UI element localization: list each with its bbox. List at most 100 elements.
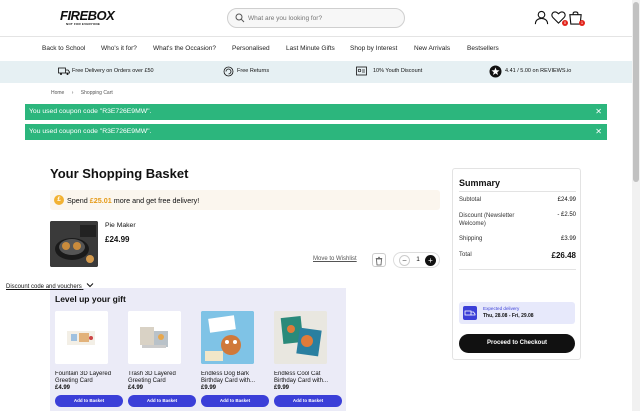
gift-card-price: £4.99 xyxy=(55,385,71,391)
quantity-increase-button[interactable]: + xyxy=(425,255,436,266)
subtotal-label: Subtotal xyxy=(459,197,482,203)
gift-card-image[interactable] xyxy=(55,311,108,364)
free-delivery-banner: £ Spend £25.01 more and get free deliver… xyxy=(50,190,440,210)
nav-whos-it-for[interactable]: Who's it for? xyxy=(101,45,137,52)
summary-divider xyxy=(459,191,576,192)
search-input[interactable] xyxy=(248,11,398,25)
coupon-alert-text: You used coupon code "R3E726E9MW". xyxy=(29,108,152,115)
subtotal-row: Subtotal £24.99 xyxy=(459,197,576,203)
breadcrumb-current: Shopping Cart xyxy=(80,90,113,96)
expected-delivery-label: Expected delivery xyxy=(483,306,520,311)
discount-code-label: Discount code and vouchers xyxy=(6,284,82,290)
usp-strip: Free Delivery on Orders over £50 Free Re… xyxy=(0,61,640,83)
proceed-to-checkout-button[interactable]: Proceed to Checkout xyxy=(459,334,575,353)
gift-card-price: £9.99 xyxy=(201,385,217,391)
remove-item-button[interactable] xyxy=(372,253,386,267)
add-to-basket-button[interactable]: Add to Basket xyxy=(128,395,196,407)
gift-card-image[interactable] xyxy=(274,311,327,364)
scrollbar-thumb[interactable] xyxy=(633,2,639,182)
summary-divider xyxy=(459,269,576,270)
gift-card-name[interactable]: Trash 3D Layered Greeting Card xyxy=(128,371,186,385)
shipping-row: Shipping £3.99 xyxy=(459,236,576,242)
nav-new-arrivals[interactable]: New Arrivals xyxy=(414,45,450,52)
add-to-basket-button[interactable]: Add to Basket xyxy=(55,395,123,407)
gift-upsell-title: Level up your gift xyxy=(55,294,126,304)
wishlist-icon[interactable]: 0 xyxy=(551,10,568,26)
trash-icon xyxy=(375,256,383,266)
quantity-stepper: − 1 + xyxy=(393,252,440,268)
gift-card-image[interactable] xyxy=(201,311,254,364)
subtotal-value: £24.99 xyxy=(557,197,576,203)
discount-row: Discount (Newsletter Welcome) - £2.50 xyxy=(459,212,576,228)
summary-title: Summary xyxy=(459,178,501,188)
gift-card-item: Fountain 3D Layered Greeting Card £4.99 … xyxy=(55,311,123,407)
coupon-alert-text: You used coupon code "R3E726E9MW". xyxy=(29,128,152,135)
gift-card-price: £4.99 xyxy=(128,385,144,391)
usp-reviews[interactable]: 4.41 / 5.00 on REVIEWS.io xyxy=(505,68,571,74)
scrollbar[interactable] xyxy=(632,0,640,411)
gift-card-name[interactable]: Endless Cool Cat Birthday Card with... xyxy=(274,371,332,385)
basket-icon[interactable]: 1 xyxy=(568,10,585,26)
gift-card-item: Endless Dog Bark Birthday Card with... £… xyxy=(201,311,269,407)
add-to-basket-button[interactable]: Add to Basket xyxy=(201,395,269,407)
chevron-down-icon xyxy=(87,283,94,288)
main-nav: Back to School Who's it for? What's the … xyxy=(0,37,640,61)
close-icon[interactable]: ✕ xyxy=(595,104,602,120)
quantity-value[interactable]: 1 xyxy=(414,256,422,263)
discount-label: Discount (Newsletter Welcome) xyxy=(459,213,515,227)
product-name[interactable]: Pie Maker xyxy=(105,222,136,229)
free-delivery-prefix: Spend xyxy=(67,196,90,205)
breadcrumb-home[interactable]: Home xyxy=(51,90,64,96)
site-header: FIREBOX NOT FOR EVERYONE 0 1 xyxy=(0,0,640,37)
gift-card-image[interactable] xyxy=(128,311,181,364)
expected-delivery-box: Expected delivery Thu, 28.08 - Fri, 29.0… xyxy=(459,302,575,324)
coupon-alert: You used coupon code "R3E726E9MW". ✕ xyxy=(25,104,607,120)
nav-occasion[interactable]: What's the Occasion? xyxy=(153,45,216,52)
gift-card-name[interactable]: Endless Dog Bark Birthday Card with... xyxy=(201,371,259,385)
nav-last-minute-gifts[interactable]: Last Minute Gifts xyxy=(286,45,335,52)
nav-shop-by-interest[interactable]: Shop by Interest xyxy=(350,45,397,52)
shipping-value: £3.99 xyxy=(560,236,576,242)
product-image-pie-maker[interactable] xyxy=(50,221,98,267)
total-row: Total £26.48 xyxy=(459,251,576,260)
breadcrumb: Home › Shopping Cart xyxy=(51,90,119,96)
usp-youth-discount: 10% Youth Discount xyxy=(373,68,423,74)
search-box[interactable] xyxy=(227,8,405,28)
nav-personalised[interactable]: Personalised xyxy=(232,45,270,52)
nav-back-to-school[interactable]: Back to School xyxy=(42,45,85,52)
account-icon[interactable] xyxy=(534,10,550,26)
page-title: Your Shopping Basket xyxy=(50,166,189,181)
free-delivery-amount: £25.01 xyxy=(89,196,112,205)
returns-icon xyxy=(223,66,234,77)
usp-returns: Free Returns xyxy=(237,68,270,74)
total-label: Total xyxy=(459,252,472,258)
basket-count-badge: 1 xyxy=(579,20,585,26)
logo-text: FIREBOX xyxy=(60,8,115,23)
delivery-van-icon xyxy=(463,306,477,320)
firebox-logo[interactable]: FIREBOX NOT FOR EVERYONE xyxy=(60,8,115,26)
order-summary: Summary Subtotal £24.99 Discount (Newsle… xyxy=(452,168,581,360)
add-to-basket-button[interactable]: Add to Basket xyxy=(274,395,342,407)
gift-card-name[interactable]: Fountain 3D Layered Greeting Card xyxy=(55,371,113,385)
total-value: £26.48 xyxy=(551,251,576,260)
delivery-truck-icon xyxy=(58,67,70,75)
discount-value: - £2.50 xyxy=(557,212,576,218)
gift-card-price: £9.99 xyxy=(274,385,290,391)
discount-code-toggle[interactable]: Discount code and vouchers xyxy=(6,282,94,290)
gift-card-item: Endless Cool Cat Birthday Card with... £… xyxy=(274,311,342,407)
gift-card-item: Trash 3D Layered Greeting Card £4.99 Add… xyxy=(128,311,196,407)
nav-bestsellers[interactable]: Bestsellers xyxy=(467,45,499,52)
id-card-icon xyxy=(356,66,367,76)
pound-coin-icon: £ xyxy=(54,195,64,205)
coupon-alert: You used coupon code "R3E726E9MW". ✕ xyxy=(25,124,607,140)
gift-upsell-panel: Level up your gift Fountain 3D Layered G… xyxy=(50,288,346,411)
free-delivery-text: Spend £25.01 more and get free delivery! xyxy=(67,196,199,205)
shipping-label: Shipping xyxy=(459,236,483,242)
product-price: £24.99 xyxy=(105,235,130,244)
quantity-decrease-button[interactable]: − xyxy=(399,255,410,266)
move-to-wishlist-link[interactable]: Move to Wishlist xyxy=(313,256,357,262)
free-delivery-suffix: more and get free delivery! xyxy=(111,196,200,205)
reviews-star-icon xyxy=(489,65,502,78)
close-icon[interactable]: ✕ xyxy=(595,124,602,140)
search-icon xyxy=(235,13,245,23)
